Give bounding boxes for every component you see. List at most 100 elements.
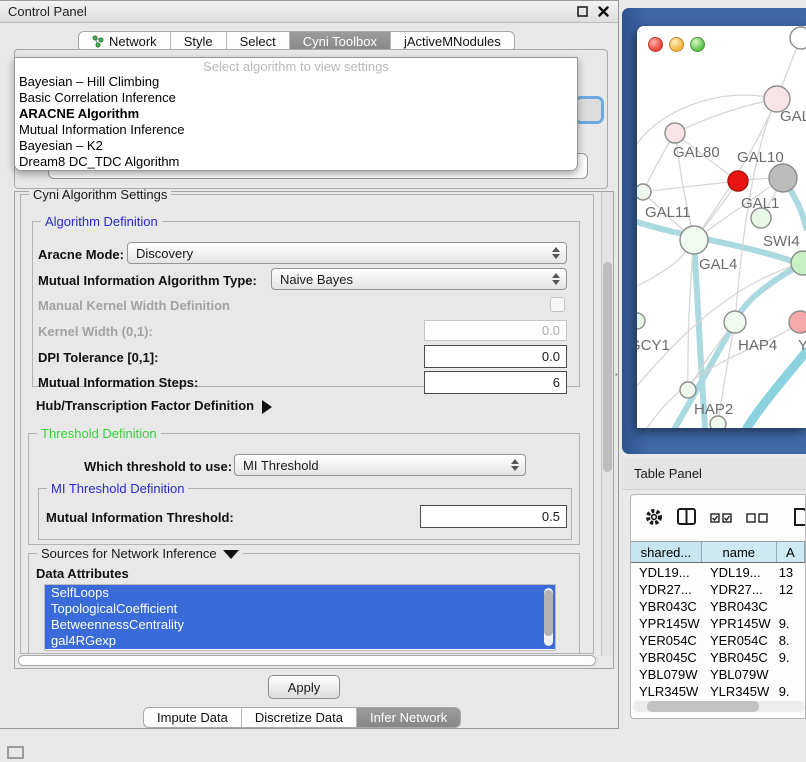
- table-row[interactable]: YBL079WYBL079W: [631, 666, 805, 683]
- table-cell: [777, 666, 805, 683]
- table-row[interactable]: YDL19...YDL19...13: [631, 564, 805, 581]
- network-edge: [643, 181, 738, 192]
- table-panel-title: Table Panel: [634, 466, 702, 481]
- network-node-swi4[interactable]: [751, 208, 771, 228]
- algorithm-option[interactable]: ARACNE Algorithm: [15, 106, 577, 122]
- table-row[interactable]: YLR345WYLR345W9.: [631, 683, 805, 700]
- network-view-window[interactable]: GALGAL80GAL10GAL1GAL11SWI4GAL4GCY1HAP4YH…: [637, 26, 806, 428]
- hub-definition-label: Hub/Transcription Factor Definition: [36, 398, 254, 413]
- gear-icon[interactable]: [645, 508, 663, 529]
- kernel-width-input[interactable]: 0.0: [424, 320, 567, 341]
- network-node[interactable]: [790, 27, 806, 49]
- table-cell: YDR27...: [702, 581, 777, 598]
- network-graph[interactable]: GALGAL80GAL10GAL1GAL11SWI4GAL4GCY1HAP4YH…: [637, 26, 806, 428]
- combo-spinner-icon: [552, 247, 560, 259]
- mi-algorithm-type-combo[interactable]: Naive Bayes: [271, 268, 567, 290]
- mi-threshold-label: Mutual Information Threshold:: [46, 510, 234, 525]
- tab-impute-data[interactable]: Impute Data: [144, 708, 242, 727]
- table-cell: YDL19...: [631, 564, 702, 581]
- attribute-item[interactable]: TopologicalCoefficient: [45, 601, 555, 617]
- network-node-gal11[interactable]: [637, 184, 651, 200]
- minimized-panel-icon[interactable]: [7, 746, 24, 759]
- network-node-gcy1[interactable]: [637, 313, 645, 329]
- column-header[interactable]: name: [702, 542, 777, 562]
- table-cell: 12: [777, 581, 805, 598]
- table-cell: 9.: [777, 683, 805, 700]
- scrollbar-thumb[interactable]: [603, 262, 612, 472]
- hub-definition-toggle[interactable]: Hub/Transcription Factor Definition: [36, 398, 272, 414]
- algorithm-option[interactable]: Basic Correlation Inference: [15, 90, 577, 106]
- tab-label: Style: [184, 34, 213, 49]
- data-attributes-list[interactable]: SelfLoopsTopologicalCoefficientBetweenne…: [44, 584, 556, 651]
- algorithm-option[interactable]: Mutual Information Inference: [15, 122, 577, 138]
- desktop: { "window": { "title": "Control Panel", …: [0, 0, 806, 762]
- manual-kernel-width-checkbox[interactable]: [550, 297, 565, 312]
- splitter-grip[interactable]: ▪: [615, 370, 620, 379]
- tab-label: Network: [109, 34, 157, 49]
- algorithm-option[interactable]: Bayesian – K2: [15, 138, 577, 154]
- aracne-mode-combo[interactable]: Discovery: [127, 242, 567, 264]
- network-node-gal80[interactable]: [665, 123, 685, 143]
- table-cell: 8.: [777, 632, 805, 649]
- select-all-icon[interactable]: [710, 511, 732, 526]
- scrollbar-thumb[interactable]: [647, 701, 759, 712]
- settings-vertical-scrollbar[interactable]: [601, 192, 613, 656]
- table-row[interactable]: YPR145WYPR145W9.: [631, 615, 805, 632]
- kernel-width-label: Kernel Width (0,1):: [38, 324, 153, 339]
- table-row[interactable]: YDR27...YDR27...12: [631, 581, 805, 598]
- mi-threshold-input[interactable]: 0.5: [420, 505, 567, 528]
- table-row[interactable]: YER054CYER054C8.: [631, 632, 805, 649]
- close-window-icon[interactable]: [597, 5, 610, 18]
- float-window-icon[interactable]: [576, 5, 589, 18]
- dpi-tolerance-input[interactable]: 0.0: [424, 345, 567, 368]
- scrollbar-thumb[interactable]: [18, 655, 596, 666]
- window-title: Control Panel: [8, 4, 568, 19]
- attribute-item[interactable]: SelfLoops: [45, 585, 555, 601]
- list-scrollbar[interactable]: [544, 588, 553, 646]
- document-icon[interactable]: [794, 508, 806, 529]
- deselect-all-icon[interactable]: [746, 511, 768, 526]
- network-node-hap4[interactable]: [724, 311, 746, 333]
- combo-value: Naive Bayes: [280, 272, 353, 287]
- algorithm-combo-fragment[interactable]: [574, 96, 604, 124]
- network-node[interactable]: [710, 416, 726, 428]
- network-node-gal10[interactable]: [769, 164, 797, 192]
- tab-label: Discretize Data: [255, 710, 343, 725]
- column-selector-icon[interactable]: [677, 508, 696, 528]
- table-row[interactable]: YBR043CYBR043C: [631, 598, 805, 615]
- tab-infer-network[interactable]: Infer Network: [357, 708, 460, 727]
- which-threshold-combo[interactable]: MI Threshold: [234, 454, 526, 476]
- tab-discretize-data[interactable]: Discretize Data: [242, 708, 357, 727]
- network-node-gal4[interactable]: [680, 226, 708, 254]
- node-label: HAP2: [694, 401, 733, 418]
- scrollbar-thumb[interactable]: [544, 590, 553, 636]
- table-cell: 9.: [777, 649, 805, 666]
- table-cell: YBR043C: [631, 598, 702, 615]
- table-cell: YPR145W: [631, 615, 702, 632]
- tab-label: Select: [240, 34, 276, 49]
- network-node-y[interactable]: [789, 311, 806, 333]
- table-toolbar: [631, 495, 805, 541]
- mi-steps-input[interactable]: 6: [424, 371, 567, 394]
- node-label: GAL80: [673, 144, 720, 161]
- algorithm-option[interactable]: Bayesian – Hill Climbing: [15, 74, 577, 90]
- sources-toggle[interactable]: Sources for Network Inference: [37, 546, 243, 561]
- algorithm-option[interactable]: Dream8 DC_TDC Algorithm: [15, 154, 577, 170]
- collapsed-arrow-icon: [262, 400, 272, 414]
- table-horizontal-scrollbar[interactable]: [633, 701, 805, 712]
- group-title: MI Threshold Definition: [47, 481, 188, 496]
- network-node-gal1[interactable]: [728, 171, 748, 191]
- column-header[interactable]: shared...: [631, 542, 702, 562]
- node-label: SWI4: [763, 233, 800, 250]
- group-title: Algorithm Definition: [41, 214, 162, 229]
- table-cell: [777, 598, 805, 615]
- apply-button[interactable]: Apply: [268, 675, 340, 699]
- settings-horizontal-scrollbar[interactable]: [17, 655, 599, 667]
- attribute-item[interactable]: BetweennessCentrality: [45, 617, 555, 633]
- mi-algorithm-type-label: Mutual Information Algorithm Type:: [38, 273, 257, 288]
- dpi-tolerance-label: DPI Tolerance [0,1]:: [38, 350, 158, 365]
- column-header[interactable]: A: [777, 542, 805, 562]
- attribute-item[interactable]: gal4RGexp: [45, 633, 555, 649]
- table-row[interactable]: YBR045CYBR045C9.: [631, 649, 805, 666]
- network-node-hap2[interactable]: [680, 382, 696, 398]
